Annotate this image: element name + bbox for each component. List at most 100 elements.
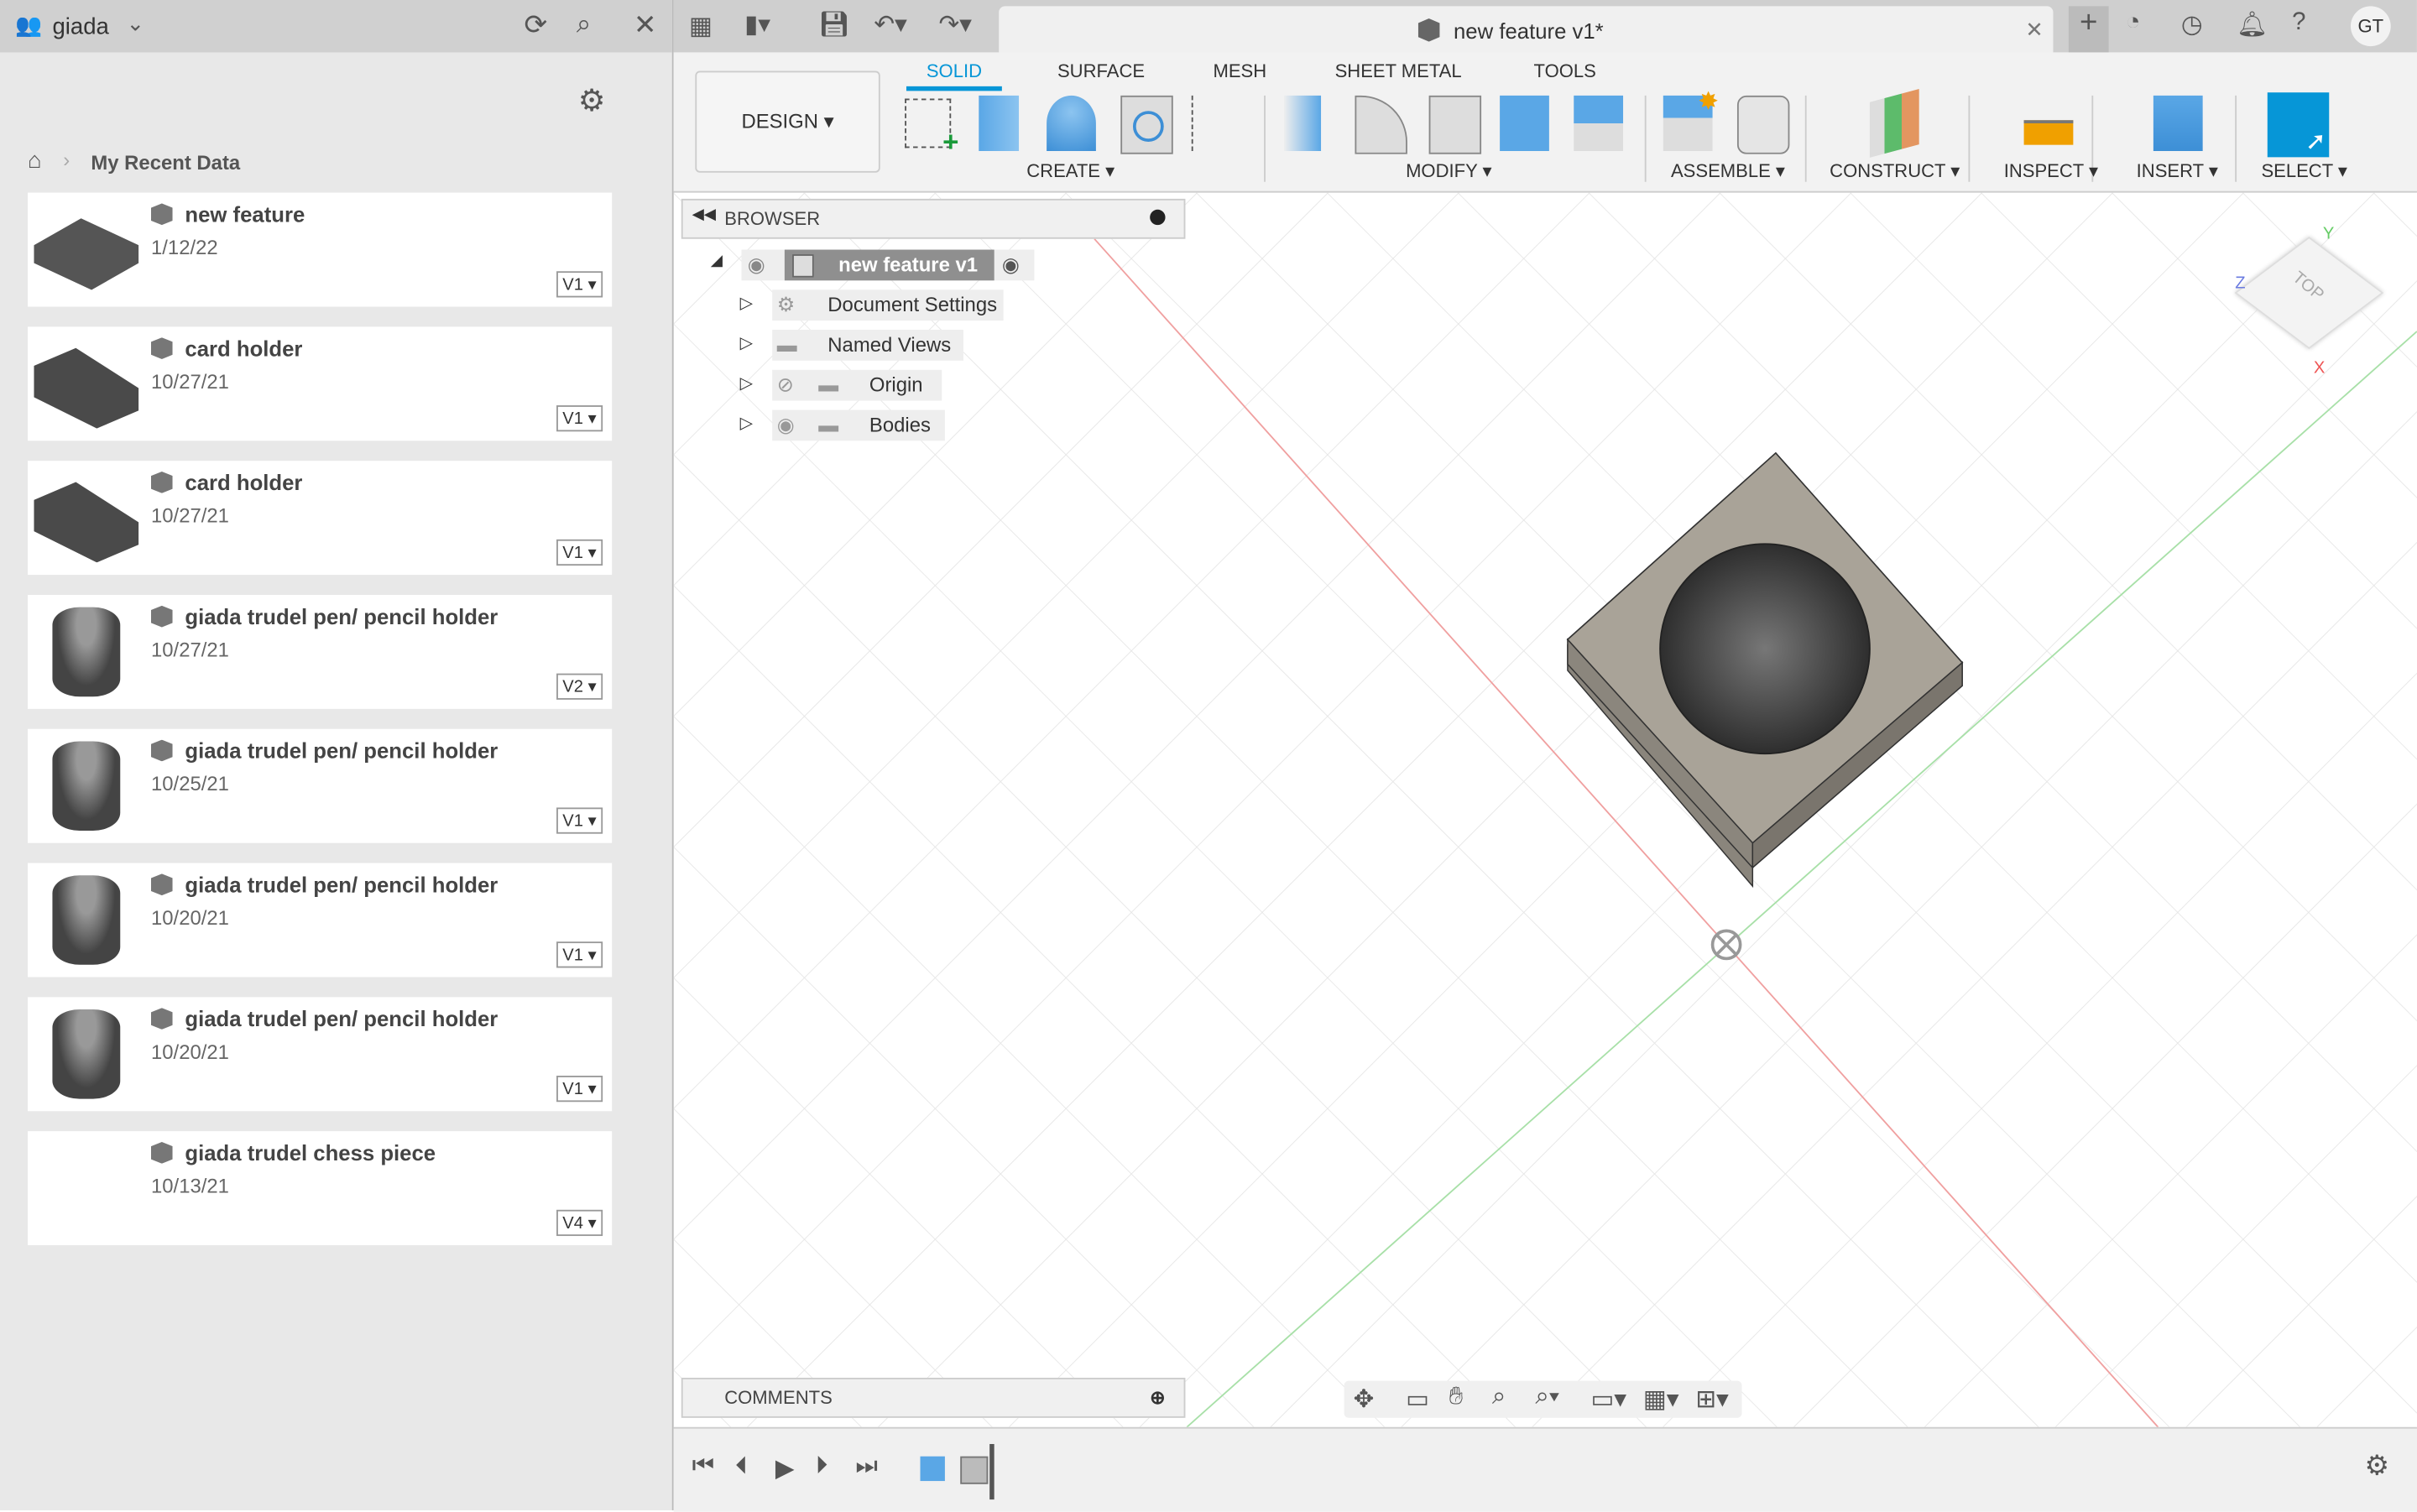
save-icon[interactable]: 💾︎	[818, 9, 849, 40]
extrude-icon[interactable]	[979, 95, 1020, 151]
activate-radio-icon[interactable]: ◉	[1002, 250, 1020, 281]
create-menu[interactable]: CREATE ▾	[1026, 160, 1115, 182]
version-dropdown[interactable]: V4 ▾	[556, 1209, 603, 1237]
timeline-feature-extrude[interactable]	[920, 1456, 945, 1482]
breadcrumb[interactable]: My Recent Data	[91, 151, 240, 175]
file-icon[interactable]: ▮▾	[744, 9, 770, 40]
recent-design-card[interactable]: giada trudel pen/ pencil holder 10/25/21…	[28, 728, 613, 843]
search-icon[interactable]: ⌕	[577, 9, 592, 40]
chevron-down-icon[interactable]: ⌄	[127, 11, 145, 37]
gear-icon[interactable]: ⚙	[578, 81, 606, 120]
version-dropdown[interactable]: V1 ▾	[556, 405, 603, 432]
tab-sheet-metal[interactable]: SHEET METAL	[1335, 60, 1462, 82]
help-icon[interactable]: ?	[2292, 9, 2305, 37]
refresh-icon[interactable]: ⟳	[524, 9, 547, 42]
expand-arrow-icon[interactable]: ▷	[740, 373, 754, 393]
split-body-icon[interactable]	[1574, 95, 1624, 151]
combine-icon[interactable]	[1500, 95, 1549, 151]
play-icon[interactable]: ▶	[775, 1453, 795, 1484]
tab-surface[interactable]: SURFACE	[1057, 60, 1145, 82]
select-icon[interactable]: ➚	[2267, 92, 2330, 158]
minimize-icon[interactable]	[1150, 209, 1166, 226]
shell-icon[interactable]	[1428, 95, 1482, 154]
close-icon[interactable]: ✕	[634, 9, 657, 42]
tab-tools[interactable]: TOOLS	[1534, 60, 1596, 82]
recent-design-card[interactable]: giada trudel pen/ pencil holder 10/27/21…	[28, 594, 613, 709]
expand-comments-icon[interactable]: ⊕	[1150, 1387, 1165, 1409]
workspace-switcher[interactable]: DESIGN ▾	[695, 70, 880, 173]
hole-icon[interactable]	[1120, 95, 1173, 154]
insert-image-icon[interactable]	[2153, 95, 2203, 151]
version-dropdown[interactable]: V1 ▾	[556, 271, 603, 298]
eye-icon[interactable]: ◉	[748, 250, 765, 281]
bell-icon[interactable]: 🔔︎	[2237, 9, 2268, 40]
recent-design-card[interactable]: card holder 10/27/21 V1 ▾	[28, 326, 613, 441]
new-component-icon[interactable]: ✸	[1663, 90, 1719, 151]
timeline-feature-hole[interactable]	[960, 1456, 989, 1484]
measure-icon[interactable]	[2023, 120, 2074, 145]
recent-design-card[interactable]: new feature 1/12/22 V1 ▾	[28, 192, 613, 307]
user-avatar[interactable]: GT	[2350, 6, 2391, 47]
orbit-icon[interactable]: ✥	[1354, 1384, 1375, 1415]
construct-menu[interactable]: CONSTRUCT ▾	[1830, 160, 1960, 182]
redo-icon[interactable]: ↷▾	[939, 9, 972, 40]
select-menu[interactable]: SELECT ▾	[2261, 160, 2347, 182]
offset-plane-icon[interactable]	[1869, 89, 1919, 158]
timeline-marker[interactable]	[989, 1443, 994, 1500]
insert-menu[interactable]: INSERT ▾	[2137, 160, 2218, 182]
pan-icon[interactable]: ✋︎	[1449, 1384, 1463, 1411]
document-tab[interactable]: new feature v1* ✕	[999, 6, 2054, 53]
display-settings-icon[interactable]: ▭▾	[1590, 1384, 1626, 1415]
expand-triangle-icon[interactable]: ◢	[711, 253, 723, 269]
recent-design-card[interactable]: giada trudel pen/ pencil holder 10/20/21…	[28, 863, 613, 978]
viewports-icon[interactable]: ⊞▾	[1695, 1384, 1728, 1415]
zoom-icon[interactable]: ⌕	[1492, 1384, 1506, 1411]
close-tab-icon[interactable]: ✕	[2025, 17, 2044, 43]
version-dropdown[interactable]: V1 ▾	[556, 941, 603, 968]
apps-grid-icon[interactable]: ▦	[689, 11, 713, 42]
version-dropdown[interactable]: V1 ▾	[556, 539, 603, 566]
revolve-icon[interactable]	[1047, 95, 1096, 151]
team-selector[interactable]: giada	[52, 14, 108, 40]
version-dropdown[interactable]: V1 ▾	[556, 807, 603, 834]
new-tab-icon[interactable]: +	[2068, 6, 2109, 53]
version-dropdown[interactable]: V2 ▾	[556, 673, 603, 700]
browser-item[interactable]: ⚙ Document Settings	[772, 289, 1004, 321]
joint-icon[interactable]	[1736, 95, 1790, 154]
go-to-start-icon[interactable]: ⏮	[692, 1453, 714, 1481]
tab-mesh[interactable]: MESH	[1213, 60, 1266, 82]
recent-design-card[interactable]: card holder 10/27/21 V1 ▾	[28, 461, 613, 576]
expand-arrow-icon[interactable]: ▷	[740, 293, 754, 313]
expand-arrow-icon[interactable]: ▷	[740, 333, 754, 353]
go-to-end-icon[interactable]: ⏭	[855, 1453, 877, 1481]
tab-solid[interactable]: SOLID	[927, 60, 982, 82]
browser-item[interactable]: ◉ ▬ Bodies	[772, 409, 945, 441]
press-pull-icon[interactable]	[1283, 95, 1322, 151]
eye-hidden-icon[interactable]: ⊘	[777, 370, 794, 401]
pattern-icon[interactable]	[1191, 95, 1243, 151]
browser-panel-header[interactable]: ◀◀ BROWSER	[681, 198, 1186, 239]
create-sketch-icon[interactable]: +	[905, 98, 958, 157]
step-forward-icon[interactable]: ⏵	[816, 1453, 828, 1481]
grid-settings-icon[interactable]: ▦▾	[1643, 1384, 1679, 1415]
expand-arrow-icon[interactable]: ▷	[740, 413, 754, 433]
timeline-settings-icon[interactable]: ⚙	[2364, 1450, 2389, 1483]
recent-design-card[interactable]: giada trudel pen/ pencil holder 10/20/21…	[28, 997, 613, 1112]
home-icon[interactable]: ⌂	[28, 148, 42, 174]
version-dropdown[interactable]: V1 ▾	[556, 1076, 603, 1103]
browser-item[interactable]: ⊘ ▬ Origin	[772, 369, 942, 401]
recent-design-card[interactable]: giada trudel chess piece 10/13/21 V4 ▾	[28, 1131, 613, 1246]
inspect-menu[interactable]: INSPECT ▾	[2004, 160, 2098, 182]
job-status-icon[interactable]: ◔	[2126, 9, 2141, 37]
fit-icon[interactable]: ⌕▾	[1535, 1384, 1559, 1411]
step-back-icon[interactable]: ⏴	[735, 1453, 748, 1481]
assemble-menu[interactable]: ASSEMBLE ▾	[1671, 160, 1785, 182]
eye-icon[interactable]: ◉	[777, 410, 795, 441]
undo-icon[interactable]: ↶▾	[874, 9, 906, 40]
browser-root-item[interactable]: ◉ new feature v1 ◉	[741, 249, 1035, 281]
comments-panel-header[interactable]: COMMENTS ⊕	[681, 1378, 1186, 1418]
browser-item[interactable]: ▬ Named Views	[772, 330, 963, 361]
look-at-icon[interactable]: ▭	[1406, 1384, 1429, 1415]
modify-menu[interactable]: MODIFY ▾	[1406, 160, 1492, 182]
collapse-icon[interactable]: ◀◀	[692, 206, 716, 223]
